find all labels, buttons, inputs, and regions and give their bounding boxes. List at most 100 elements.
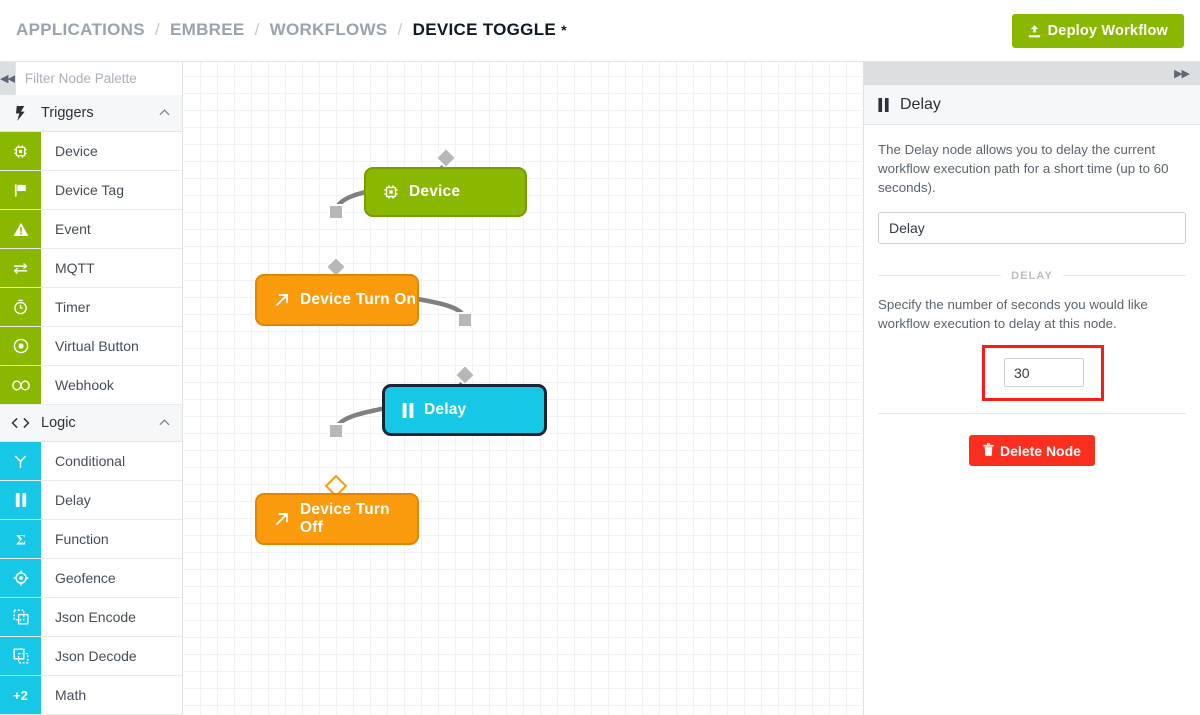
chevron-up-icon[interactable] [159,108,170,119]
chip-icon [0,132,41,170]
palette-item-geofence[interactable]: Geofence [0,559,182,598]
palette-item-mqtt[interactable]: MQTT [0,249,182,288]
palette-item-delay-label: Delay [55,492,91,508]
json-encode-icon [0,598,41,636]
node-name-input[interactable] [878,211,1186,244]
node-palette-sidebar: ◀◀ Triggers [0,62,183,715]
collapse-left-icon[interactable]: ◀◀ [0,62,16,95]
palette-item-event[interactable]: Event [0,210,182,249]
seconds-description: Specify the number of seconds you would … [878,296,1148,331]
palette-item-virtual-button[interactable]: Virtual Button [0,327,182,366]
canvas-node-delay-label: Delay [424,401,467,418]
workflow-canvas[interactable]: Device Device Turn On Delay Device Turn … [184,62,862,715]
palette-item-json-encode[interactable]: Json Encode [0,598,182,637]
divider-line-right [1062,275,1186,277]
collapse-right-icon[interactable]: ▶▶ [1174,67,1190,80]
delete-node-button[interactable]: Delete Node [969,435,1095,467]
plus-two-icon-label: +2 [13,687,28,703]
breadcrumb-item-workflows[interactable]: WORKFLOWS [270,20,388,39]
divider-line-left [878,275,1002,277]
breadcrumb-current-workflow: DEVICE TOGGLE [412,20,557,39]
chip-icon [383,184,399,200]
breadcrumb-item-embree[interactable]: EMBREE [170,20,245,39]
node-inspector-panel: ▶▶ Delay The Delay node allows you to de… [863,62,1200,715]
canvas-node-device-turn-off-label: Device Turn Off [300,501,390,536]
code-brackets-icon [0,417,41,429]
arrow-up-right-icon [274,292,290,308]
palette-section-logic[interactable]: Logic [0,405,182,442]
inspector-header: Delay [864,85,1200,125]
inspector-toolbar: ▶▶ [864,62,1200,85]
inspector-description: The Delay node allows you to delay the c… [878,142,1169,195]
palette-section-logic-label: Logic [41,415,76,431]
palette-item-json-decode-label: Json Decode [55,648,137,664]
connector-input-turn-off[interactable] [328,423,344,439]
palette-item-conditional[interactable]: Conditional [0,442,182,481]
palette-item-math-label: Math [55,687,87,703]
flag-icon [0,171,41,209]
upload-icon [1028,24,1041,38]
unsaved-changes-marker: * [561,22,567,38]
chevron-up-icon[interactable] [159,418,170,429]
json-decode-icon [0,637,41,675]
stopwatch-icon [0,288,41,326]
pause-icon [0,481,41,519]
connector-input-turn-on[interactable] [328,204,344,220]
palette-item-device-label: Device [55,143,98,159]
palette-item-function-label: Function [55,531,109,547]
target-icon [0,559,41,597]
palette-item-device-tag[interactable]: Device Tag [0,171,182,210]
branch-icon [0,442,41,480]
divider-label: DELAY [1011,269,1053,282]
palette-item-timer-label: Timer [55,299,91,315]
seconds-field-group [878,345,1186,402]
palette-item-conditional-label: Conditional [55,453,126,469]
arrow-up-right-icon [274,511,290,527]
canvas-node-device-label: Device [409,183,461,200]
connector-output-delay[interactable] [453,363,477,387]
link-icon [0,366,41,404]
canvas-node-device-turn-off[interactable]: Device Turn Off [255,493,419,545]
palette-toolbar: ◀◀ [0,62,182,95]
section-divider-delay: DELAY [878,270,1186,282]
breadcrumb-separator: / [397,20,403,39]
palette-item-webhook[interactable]: Webhook [0,366,182,405]
deploy-workflow-label: Deploy Workflow [1047,23,1168,39]
palette-item-math[interactable]: +2 Math [0,676,182,715]
canvas-node-device-turn-on-label: Device Turn On [300,291,417,308]
palette-item-timer[interactable]: Timer [0,288,182,327]
canvas-node-device[interactable]: Device [364,167,527,217]
workflow-editor: APPLICATIONS / EMBREE / WORKFLOWS / DEVI… [0,0,1200,715]
trash-icon [983,442,994,459]
connector-input-delay[interactable] [457,312,473,328]
top-bar: APPLICATIONS / EMBREE / WORKFLOWS / DEVI… [0,0,1200,62]
delete-node-label: Delete Node [1000,442,1081,459]
lightning-bolt-icon [0,105,41,121]
breadcrumb: APPLICATIONS / EMBREE / WORKFLOWS / DEVI… [16,20,567,40]
inspector-separator [878,413,1186,415]
svg-text:Σ: Σ [16,532,26,547]
palette-item-function[interactable]: Σ Function [0,520,182,559]
breadcrumb-separator: / [154,20,160,39]
delay-seconds-input[interactable] [1004,358,1084,388]
warning-triangle-icon [0,210,41,248]
plus-two-icon: +2 [0,676,41,714]
palette-item-virtual-button-label: Virtual Button [55,338,139,354]
canvas-node-delay[interactable]: Delay [382,384,547,436]
palette-item-device-tag-label: Device Tag [55,182,125,198]
filter-node-palette-input[interactable] [14,62,182,95]
exchange-arrows-icon [0,249,41,287]
palette-item-device[interactable]: Device [0,132,182,171]
palette-item-delay[interactable]: Delay [0,481,182,520]
canvas-node-device-turn-on[interactable]: Device Turn On [255,274,419,326]
sigma-icon: Σ [0,520,41,558]
palette-item-geofence-label: Geofence [55,570,116,586]
palette-item-webhook-label: Webhook [55,377,114,393]
deploy-workflow-button[interactable]: Deploy Workflow [1011,14,1184,48]
pause-icon [878,97,889,112]
breadcrumb-item-applications[interactable]: APPLICATIONS [16,20,145,39]
palette-section-triggers[interactable]: Triggers [0,95,182,132]
radio-dot-icon [0,327,41,365]
palette-item-json-decode[interactable]: Json Decode [0,637,182,676]
connector-output-device[interactable] [434,146,458,170]
